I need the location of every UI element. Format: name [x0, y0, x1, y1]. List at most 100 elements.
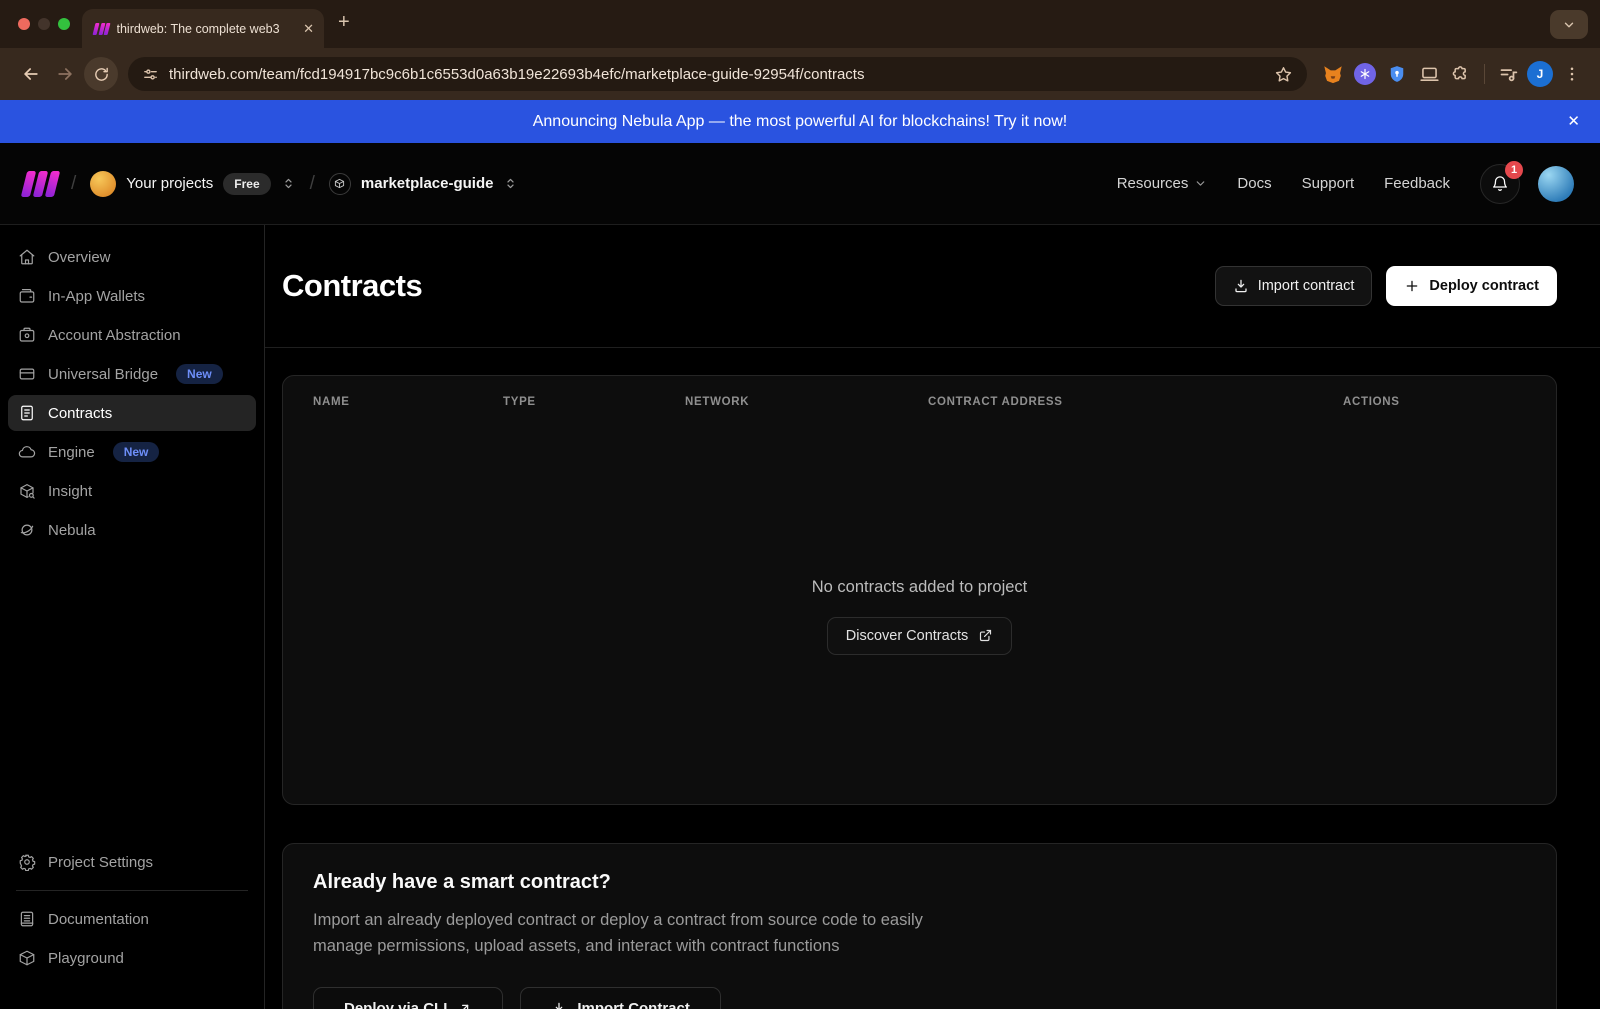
book-icon: [18, 910, 36, 928]
discover-contracts-button[interactable]: Discover Contracts: [827, 617, 1012, 655]
site-info-icon[interactable]: [142, 66, 159, 83]
announcement-text: Announcing Nebula App — the most powerfu…: [533, 113, 1068, 131]
team-switcher[interactable]: Your projects Free: [90, 171, 295, 197]
tab-title: thirdweb: The complete web3: [117, 22, 296, 36]
window-controls: [18, 18, 70, 30]
arrow-up-right-icon: [457, 1001, 472, 1009]
announcement-banner[interactable]: Announcing Nebula App — the most powerfu…: [0, 100, 1600, 143]
sidebar-item-contracts[interactable]: Contracts: [8, 395, 256, 431]
card-icon: [18, 365, 36, 383]
download-icon: [1233, 278, 1249, 294]
sidebar-divider: [16, 890, 248, 891]
password-shield-extension-icon[interactable]: [1381, 58, 1413, 90]
breadcrumb-separator: /: [310, 173, 315, 195]
contract-document-icon: [18, 404, 36, 422]
column-actions: ACTIONS: [1343, 396, 1526, 408]
safe-icon: [18, 326, 36, 344]
new-tab-button[interactable]: +: [338, 11, 350, 34]
download-icon: [551, 1001, 567, 1009]
contracts-table-card: NAME TYPE NETWORK CONTRACT ADDRESS ACTIO…: [282, 375, 1557, 805]
sidebar-item-in-app-wallets[interactable]: In-App Wallets: [8, 278, 256, 314]
bookmark-star-icon[interactable]: [1274, 65, 1293, 84]
sidebar-item-documentation[interactable]: Documentation: [8, 901, 256, 937]
empty-state-message: No contracts added to project: [812, 578, 1028, 597]
column-type: TYPE: [503, 396, 685, 408]
tab-strip: thirdweb: The complete web3 ✕ +: [0, 0, 1600, 48]
project-switcher[interactable]: marketplace-guide: [329, 173, 519, 195]
forward-button[interactable]: [48, 57, 82, 91]
sidebar-item-engine[interactable]: Engine New: [8, 434, 256, 470]
team-avatar: [90, 171, 116, 197]
smart-contract-cta-card: Already have a smart contract? Import an…: [282, 843, 1557, 1009]
contracts-table-header: NAME TYPE NETWORK CONTRACT ADDRESS ACTIO…: [283, 376, 1556, 428]
cta-description: Import an already deployed contract or d…: [313, 907, 985, 960]
browser-window: thirdweb: The complete web3 ✕ + thirdweb…: [0, 0, 1600, 1009]
close-window-button[interactable]: [18, 18, 30, 30]
browser-toolbar: thirdweb.com/team/fcd194917bc9c6b1c6553d…: [0, 48, 1600, 100]
cta-title: Already have a smart contract?: [313, 871, 1526, 894]
sidebar-item-account-abstraction[interactable]: Account Abstraction: [8, 317, 256, 353]
banner-close-icon[interactable]: ✕: [1567, 112, 1580, 130]
deploy-via-cli-button[interactable]: Deploy via CLI: [313, 987, 503, 1009]
account-avatar[interactable]: [1538, 166, 1574, 202]
gear-icon: [18, 853, 36, 871]
project-name: marketplace-guide: [361, 175, 494, 192]
external-link-icon: [978, 628, 993, 643]
toolbar-divider: [1484, 64, 1485, 84]
deploy-contract-button[interactable]: Deploy contract: [1386, 266, 1557, 306]
column-network: NETWORK: [685, 396, 928, 408]
bell-icon: [1491, 175, 1509, 193]
laptop-extension-icon[interactable]: [1413, 58, 1445, 90]
import-contract-button[interactable]: Import contract: [1215, 266, 1373, 306]
notifications-button[interactable]: 1: [1480, 164, 1520, 204]
project-sidebar: Overview In-App Wallets Account Abstract…: [0, 225, 265, 1009]
tab-search-button[interactable]: [1550, 10, 1588, 39]
thirdweb-logo-icon[interactable]: [24, 171, 57, 197]
media-controls-icon[interactable]: [1492, 58, 1524, 90]
minimize-window-button[interactable]: [38, 18, 50, 30]
home-icon: [18, 248, 36, 266]
app-header: / Your projects Free / marketplace-guide…: [0, 143, 1600, 225]
import-contract-cta-button[interactable]: Import Contract: [520, 987, 721, 1009]
sidebar-item-overview[interactable]: Overview: [8, 239, 256, 275]
sidebar-item-playground[interactable]: Playground: [8, 940, 256, 976]
project-select-chevrons-icon[interactable]: [503, 176, 518, 191]
metamask-extension-icon[interactable]: [1317, 58, 1349, 90]
new-badge: New: [176, 364, 223, 384]
sidebar-item-insight[interactable]: Insight: [8, 473, 256, 509]
nav-feedback[interactable]: Feedback: [1384, 175, 1450, 192]
extensions-puzzle-icon[interactable]: [1445, 58, 1477, 90]
browser-menu-icon[interactable]: [1556, 58, 1588, 90]
chevron-down-icon: [1194, 177, 1207, 190]
breadcrumb-separator: /: [71, 173, 76, 195]
sidebar-item-project-settings[interactable]: Project Settings: [8, 844, 256, 880]
plus-icon: [1404, 278, 1420, 294]
contracts-page: Contracts Import contract Deploy contrac…: [265, 225, 1600, 1009]
tab-close-icon[interactable]: ✕: [303, 21, 314, 37]
sidebar-item-universal-bridge[interactable]: Universal Bridge New: [8, 356, 256, 392]
address-bar[interactable]: thirdweb.com/team/fcd194917bc9c6b1c6553d…: [128, 57, 1307, 91]
sidebar-item-nebula[interactable]: Nebula: [8, 512, 256, 548]
notification-count-badge: 1: [1505, 161, 1523, 179]
url-text[interactable]: thirdweb.com/team/fcd194917bc9c6b1c6553d…: [169, 66, 1264, 83]
browser-tab[interactable]: thirdweb: The complete web3 ✕: [82, 9, 324, 48]
profile-avatar[interactable]: J: [1524, 58, 1556, 90]
cube-search-icon: [18, 482, 36, 500]
back-button[interactable]: [14, 57, 48, 91]
planet-icon: [18, 521, 36, 539]
reload-button[interactable]: [84, 57, 118, 91]
zoom-window-button[interactable]: [58, 18, 70, 30]
nav-resources[interactable]: Resources: [1117, 175, 1208, 192]
team-select-chevrons-icon[interactable]: [281, 176, 296, 191]
box-icon: [18, 949, 36, 967]
column-contract-address: CONTRACT ADDRESS: [928, 396, 1343, 408]
cloud-icon: [18, 443, 36, 461]
snowflake-extension-icon[interactable]: [1349, 58, 1381, 90]
empty-state: No contracts added to project Discover C…: [283, 428, 1556, 804]
project-icon: [329, 173, 351, 195]
nav-docs[interactable]: Docs: [1237, 175, 1271, 192]
plan-badge: Free: [223, 173, 270, 195]
chevron-down-icon: [1562, 18, 1576, 32]
team-name: Your projects: [126, 175, 213, 192]
nav-support[interactable]: Support: [1302, 175, 1355, 192]
